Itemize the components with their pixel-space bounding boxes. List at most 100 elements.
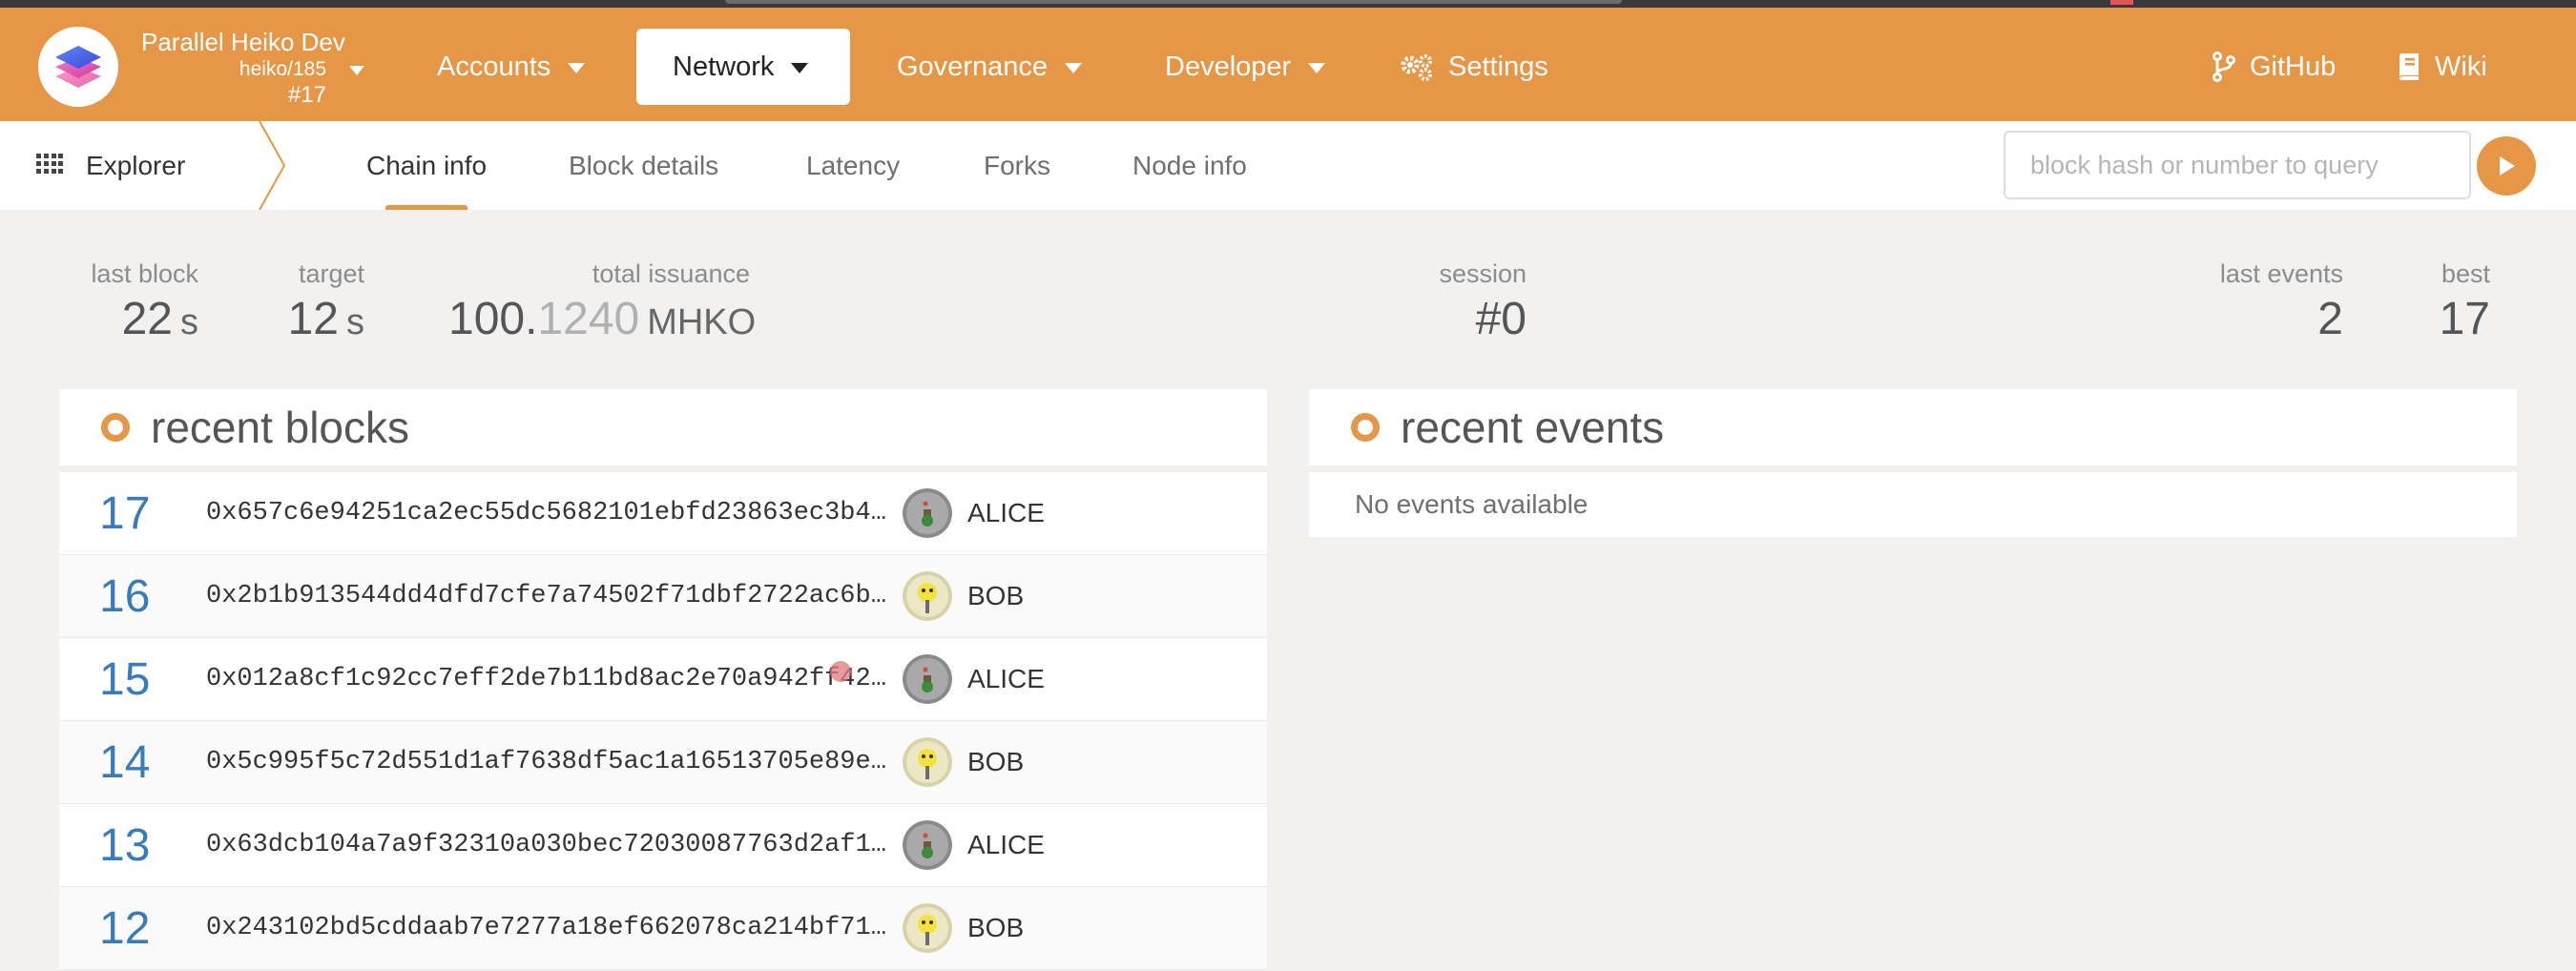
tab-node-info[interactable]: Node info xyxy=(1132,121,1247,210)
stat-last-block-value: 22 s xyxy=(84,290,198,352)
table-row[interactable]: 13 0x63dcb104a7a9f32310a030bec7203008776… xyxy=(59,804,1267,887)
block-hash: 0x2b1b913544dd4dfd7cfe7a74502f71dbf2722a… xyxy=(206,582,886,610)
tab-latency-label: Latency xyxy=(806,150,901,180)
block-number-link[interactable]: 17 xyxy=(99,487,214,540)
stat-target: target 12 s xyxy=(277,258,364,352)
stat-total-issuance-main: 100. xyxy=(448,294,538,344)
chevron-down-icon xyxy=(568,62,586,73)
nav-network-label: Network xyxy=(673,51,775,82)
tab-block-details-label: Block details xyxy=(569,150,719,180)
stat-best: best 17 xyxy=(2404,258,2490,349)
nav-developer-label: Developer xyxy=(1165,51,1292,82)
block-author: BOB xyxy=(967,913,1025,942)
recent-events-card: recent events No events available xyxy=(1309,389,2517,537)
block-number-link[interactable]: 16 xyxy=(99,570,214,623)
nav-governance-label: Governance xyxy=(897,51,1048,82)
recent-blocks-title: recent blocks xyxy=(151,403,410,452)
tab-latency[interactable]: Latency xyxy=(806,121,900,210)
block-author: ALICE xyxy=(967,830,1045,859)
stat-session-label: session xyxy=(1439,259,1527,288)
tab-chain-info-label: Chain info xyxy=(366,150,488,180)
chain-selector[interactable]: Parallel Heiko Dev heiko/185 #17 xyxy=(141,27,380,109)
stat-total-issuance-label: total issuance xyxy=(592,259,750,288)
nav-settings[interactable]: Settings xyxy=(1399,29,1548,105)
nav-accounts[interactable]: Accounts xyxy=(437,29,586,105)
breadcrumb-separator xyxy=(259,121,286,210)
bob-identicon-icon[interactable] xyxy=(903,571,952,621)
explorer-section[interactable]: Explorer xyxy=(36,121,185,210)
explorer-label: Explorer xyxy=(86,150,186,180)
query-submit-button[interactable] xyxy=(2477,136,2536,196)
stat-total-issuance-value: 100.1240 MHKO xyxy=(448,290,756,352)
table-row[interactable]: 15 0x012a8cf1c92cc7eff2de7b11bd8ac2e70a9… xyxy=(59,638,1267,721)
block-query-input[interactable] xyxy=(2004,131,2471,199)
recent-events-title: recent events xyxy=(1401,403,1665,452)
table-row[interactable]: 12 0x243102bd5cddaab7e7277a18ef662078ca2… xyxy=(59,887,1267,970)
nav-github-label: GitHub xyxy=(2250,51,2337,82)
alice-identicon-icon[interactable] xyxy=(903,654,952,704)
nav-github[interactable]: GitHub xyxy=(2212,29,2336,105)
stat-last-events: last events 2 xyxy=(2194,258,2343,349)
stat-target-number: 12 xyxy=(287,294,339,344)
block-author: ALICE xyxy=(967,498,1045,527)
recent-events-header: recent events xyxy=(1309,389,2517,472)
block-hash: 0x012a8cf1c92cc7eff2de7b11bd8ac2e70a942f… xyxy=(206,665,886,693)
chain-logo[interactable] xyxy=(38,27,118,107)
stat-last-events-value: 2 xyxy=(2317,294,2343,344)
mouse-cursor-indicator xyxy=(830,661,851,682)
nav-wiki[interactable]: Wiki xyxy=(2397,29,2487,105)
block-hash: 0x5c995f5c72d551d1af7638df5ac1a16513705e… xyxy=(206,748,886,776)
grid-icon xyxy=(36,151,63,181)
stat-last-events-label: last events xyxy=(2219,259,2343,288)
bob-identicon-icon[interactable] xyxy=(903,737,952,787)
table-row[interactable]: 14 0x5c995f5c72d551d1af7638df5ac1a165137… xyxy=(59,721,1267,804)
stat-last-block-number: 22 xyxy=(121,294,173,344)
book-icon xyxy=(2397,52,2421,81)
recent-blocks-card: recent blocks 17 0x657c6e94251ca2ec55dc5… xyxy=(59,389,1267,970)
block-hash: 0x63dcb104a7a9f32310a030bec72030087763d2… xyxy=(206,831,886,859)
nav-wiki-label: Wiki xyxy=(2435,51,2487,82)
alice-identicon-icon[interactable] xyxy=(903,820,952,870)
stat-total-issuance: total issuance 100.1240 MHKO xyxy=(448,258,756,352)
stat-best-value: 17 xyxy=(2439,294,2490,344)
stat-target-unit: s xyxy=(346,302,364,342)
stat-best-label: best xyxy=(2441,259,2490,288)
block-author: BOB xyxy=(967,581,1025,610)
recent-blocks-header: recent blocks xyxy=(59,389,1267,472)
alice-identicon-icon[interactable] xyxy=(903,488,952,538)
nav-governance[interactable]: Governance xyxy=(897,29,1082,105)
tab-block-details[interactable]: Block details xyxy=(569,121,718,210)
bob-identicon-icon[interactable] xyxy=(903,903,952,953)
table-row[interactable]: 16 0x2b1b913544dd4dfd7cfe7a74502f71dbf27… xyxy=(59,555,1267,638)
tab-node-info-label: Node info xyxy=(1132,150,1247,180)
nav-settings-label: Settings xyxy=(1448,51,1548,82)
stat-last-block: last block 22 s xyxy=(84,258,198,352)
chain-spec-text: heiko/185 xyxy=(239,58,326,80)
sub-navbar: Explorer Chain info Block details Latenc… xyxy=(0,121,2576,210)
block-number-link[interactable]: 13 xyxy=(99,819,214,872)
block-number-link[interactable]: 14 xyxy=(99,736,214,789)
chevron-down-icon xyxy=(791,62,809,73)
block-number-link[interactable]: 12 xyxy=(99,902,214,955)
nav-accounts-label: Accounts xyxy=(437,51,551,82)
stat-target-label: target xyxy=(298,259,364,288)
tab-forks-label: Forks xyxy=(984,150,1050,180)
nav-network[interactable]: Network xyxy=(636,29,850,105)
block-author: BOB xyxy=(967,747,1025,776)
status-bullet-icon xyxy=(1351,413,1380,442)
window-drag-handle[interactable] xyxy=(725,0,1622,4)
gears-icon xyxy=(1399,52,1435,81)
stat-target-value: 12 s xyxy=(277,290,364,352)
stat-total-issuance-decimals: 1240 xyxy=(537,294,640,344)
block-number-link[interactable]: 15 xyxy=(99,653,214,706)
stat-session: session #0 xyxy=(1383,258,1527,349)
status-bullet-icon xyxy=(101,413,130,442)
tab-chain-info[interactable]: Chain info xyxy=(366,121,487,210)
window-top-strip xyxy=(0,0,2576,8)
table-row[interactable]: 17 0x657c6e94251ca2ec55dc5682101ebfd2386… xyxy=(59,472,1267,555)
top-navbar: Parallel Heiko Dev heiko/185 #17 Account… xyxy=(0,8,2576,121)
parallel-logo-icon xyxy=(55,46,101,88)
nav-developer[interactable]: Developer xyxy=(1165,29,1326,105)
chevron-down-icon xyxy=(349,66,364,75)
tab-forks[interactable]: Forks xyxy=(984,121,1050,210)
